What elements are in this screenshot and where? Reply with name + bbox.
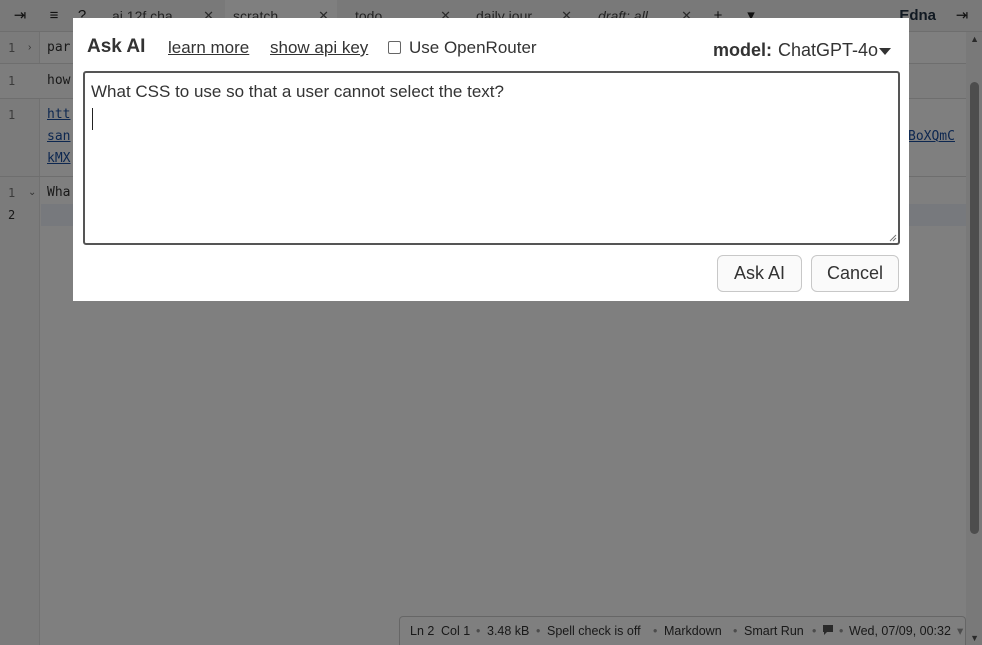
- chevron-down-icon[interactable]: [879, 48, 891, 55]
- cancel-button[interactable]: Cancel: [811, 255, 899, 292]
- show-api-key-link[interactable]: show api key: [270, 38, 368, 58]
- ask-ai-dialog: Ask AI learn more show api key Use OpenR…: [73, 18, 909, 301]
- openrouter-checkbox[interactable]: [388, 41, 401, 54]
- ask-ai-button[interactable]: Ask AI: [717, 255, 802, 292]
- openrouter-label[interactable]: Use OpenRouter: [409, 38, 537, 58]
- dialog-title: Ask AI: [87, 36, 146, 57]
- model-label: model:: [713, 40, 773, 60]
- text-cursor: [92, 108, 93, 130]
- prompt-textarea[interactable]: What CSS to use so that a user cannot se…: [83, 71, 900, 245]
- learn-more-link[interactable]: learn more: [168, 38, 249, 58]
- model-select[interactable]: ChatGPT-4o: [778, 40, 878, 61]
- resize-handle-icon[interactable]: [889, 234, 897, 242]
- prompt-text: What CSS to use so that a user cannot se…: [91, 82, 504, 101]
